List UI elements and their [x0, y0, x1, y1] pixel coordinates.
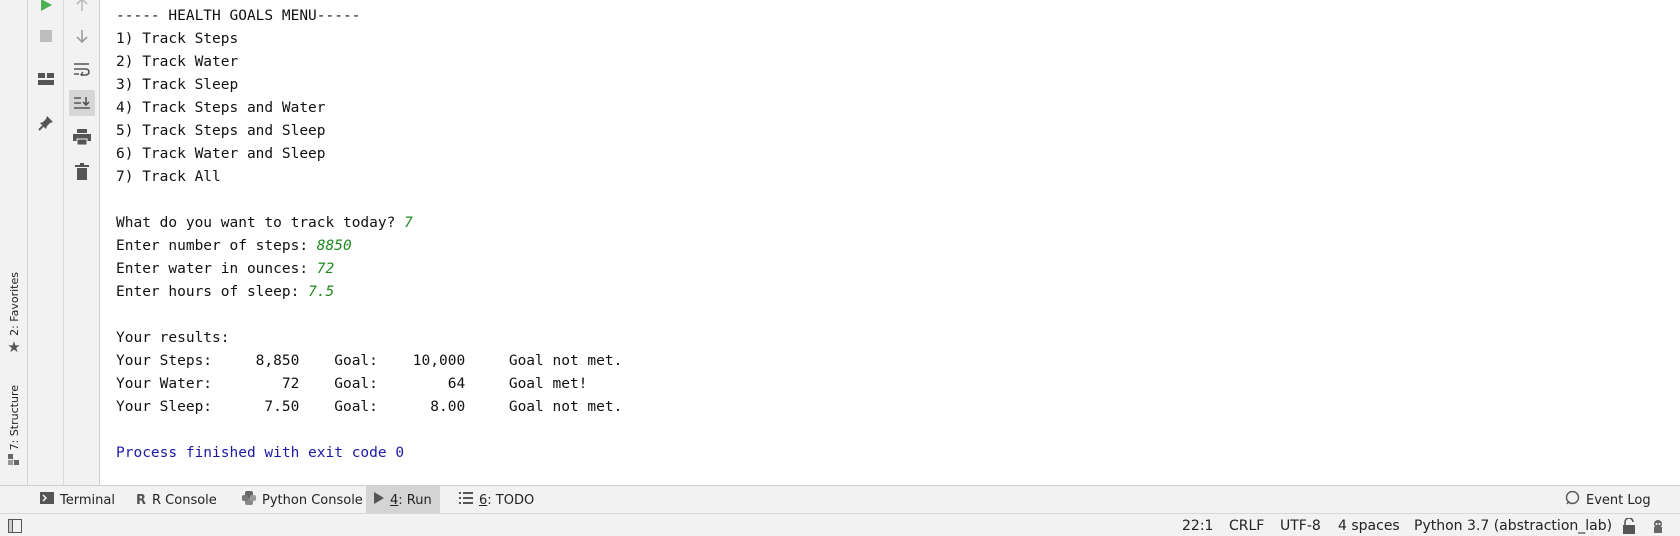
soft-wrap-button[interactable] [69, 56, 95, 82]
prompt-label: Enter hours of sleep: [116, 284, 309, 300]
run-toolbar-secondary [64, 0, 100, 485]
lock-icon[interactable] [1622, 514, 1636, 536]
tab-run-shortcut: 4 [390, 492, 399, 508]
play-icon [41, 0, 52, 11]
menu-item: 3) Track Sleep [116, 77, 239, 93]
event-log-button[interactable]: Event Log [1557, 486, 1659, 514]
menu-item: 1) Track Steps [116, 31, 239, 47]
tab-terminal-label: Terminal [60, 492, 115, 508]
inspector-icon[interactable] [1650, 514, 1666, 536]
scroll-to-end-button[interactable] [69, 90, 95, 116]
prompt-label: What do you want to track today? [116, 215, 405, 231]
todo-list-icon [459, 492, 473, 508]
tool-window-bar: Terminal R R Console Python Console 4: R… [0, 485, 1680, 514]
prompt-line: Enter number of steps: 8850 [116, 235, 352, 258]
user-input: 7 [404, 215, 413, 231]
tab-python-console[interactable]: Python Console [234, 486, 371, 514]
pin-icon [38, 116, 53, 131]
prompt-label: Enter number of steps: [116, 238, 317, 254]
python-icon [242, 491, 256, 509]
run-play-icon [374, 492, 384, 508]
tab-terminal[interactable]: Terminal [32, 486, 123, 514]
menu-item: 5) Track Steps and Sleep [116, 123, 326, 139]
structure-tab[interactable]: 7: Structure [3, 385, 25, 469]
prompt-line: What do you want to track today? 7 [116, 212, 413, 235]
down-stack-button[interactable] [69, 23, 95, 49]
indent-setting[interactable]: 4 spaces [1338, 514, 1400, 536]
result-row: Your Water: 72 Goal: 64 Goal met! [116, 376, 588, 392]
restore-layout-button[interactable] [33, 66, 59, 92]
toggle-tool-windows-icon[interactable] [8, 514, 22, 536]
structure-icon [8, 454, 20, 469]
menu-item: 2) Track Water [116, 54, 239, 70]
result-row: Your Sleep: 7.50 Goal: 8.00 Goal not met… [116, 399, 623, 415]
tab-todo-label: : TODO [487, 492, 535, 508]
prompt-line: Enter water in ounces: 72 [116, 258, 334, 281]
status-bar: 22:1 CRLF UTF-8 4 spaces Python 3.7 (abs… [0, 513, 1680, 536]
menu-item: 4) Track Steps and Water [116, 100, 326, 116]
run-toolbar-primary [28, 0, 64, 485]
python-interpreter[interactable]: Python 3.7 (abstraction_lab) [1414, 514, 1612, 536]
arrow-up-icon [76, 0, 88, 11]
tab-r-console[interactable]: R R Console [128, 486, 225, 514]
tab-todo-shortcut: 6 [479, 492, 488, 508]
exit-message: Process finished with exit code 0 [116, 445, 405, 461]
tab-python-console-label: Python Console [262, 492, 363, 508]
file-encoding[interactable]: UTF-8 [1280, 514, 1321, 536]
prompt-line: Enter hours of sleep: 7.5 [116, 281, 334, 304]
clear-all-button[interactable] [69, 158, 95, 184]
pin-tab-button[interactable] [33, 110, 59, 136]
structure-tab-label: 7: Structure [7, 385, 21, 451]
tab-todo[interactable]: 6: TODO [451, 486, 542, 514]
layout-icon [38, 73, 54, 85]
tab-r-console-label: R Console [152, 492, 217, 508]
arrow-down-icon [76, 30, 88, 43]
tab-run-label: : Run [398, 492, 432, 508]
event-log-label: Event Log [1586, 492, 1651, 508]
menu-title: ----- HEALTH GOALS MENU----- [116, 8, 361, 24]
menu-item: 7) Track All [116, 169, 221, 185]
up-stack-button[interactable] [69, 0, 95, 18]
prompt-label: Enter water in ounces: [116, 261, 317, 277]
star-icon: ★ [7, 337, 21, 356]
printer-icon [73, 129, 91, 145]
rerun-button[interactable] [33, 0, 59, 18]
run-console[interactable]: - - - ---- -- --- - - - - - - - - - - - … [101, 0, 1680, 485]
stop-button[interactable] [33, 23, 59, 49]
user-input: 8850 [316, 238, 352, 254]
results-title: Your results: [116, 330, 230, 346]
scroll-to-end-icon [74, 97, 90, 109]
menu-item: 6) Track Water and Sleep [116, 146, 326, 162]
favorites-tab-label: 2: Favorites [7, 272, 21, 336]
terminal-icon [40, 492, 54, 508]
print-button[interactable] [69, 124, 95, 150]
soft-wrap-icon [74, 63, 90, 76]
speech-bubble-icon [1565, 490, 1580, 509]
tab-run[interactable]: 4: Run [366, 486, 440, 514]
left-tool-stripe: 2: Favorites ★ 7: Structure [0, 0, 28, 485]
trash-icon [75, 162, 89, 180]
favorites-tab[interactable]: 2: Favorites ★ [3, 272, 25, 355]
r-console-icon: R [136, 492, 147, 508]
result-row: Your Steps: 8,850 Goal: 10,000 Goal not … [116, 353, 623, 369]
user-input: 72 [316, 261, 335, 277]
line-separator[interactable]: CRLF [1229, 514, 1264, 536]
stop-icon [40, 30, 52, 42]
caret-position[interactable]: 22:1 [1182, 514, 1213, 536]
user-input: 7.5 [308, 284, 335, 300]
